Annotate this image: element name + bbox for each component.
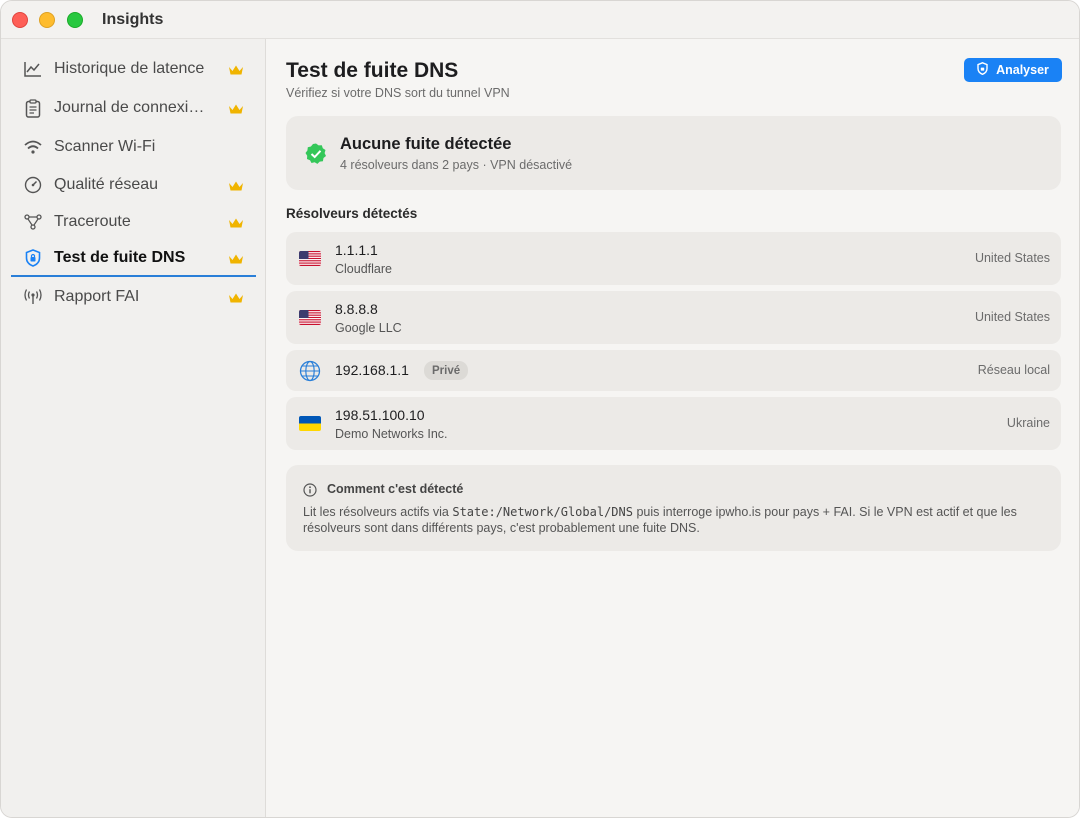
sidebar-item-connection-log[interactable]: Journal de connexi… <box>11 90 256 126</box>
shield-icon <box>977 62 988 78</box>
globe-icon <box>299 360 321 382</box>
sidebar-item-wifi-scanner[interactable]: Scanner Wi-Fi <box>11 129 256 165</box>
resolver-row: 1.1.1.1 Cloudflare United States <box>286 232 1061 285</box>
crown-icon <box>228 102 244 114</box>
sidebar-item-label: Scanner Wi-Fi <box>54 138 156 155</box>
sidebar-item-label: Traceroute <box>54 213 131 230</box>
gauge-icon <box>23 175 43 195</box>
app-title: Insights <box>102 11 164 28</box>
page-title: Test de fuite DNS <box>286 59 459 82</box>
resolver-ip: 8.8.8.8 <box>335 301 378 317</box>
resolver-ip: 198.51.100.10 <box>335 407 425 423</box>
resolvers-section-title: Résolveurs détectés <box>286 206 418 221</box>
resolver-row: 198.51.100.10 Demo Networks Inc. Ukraine <box>286 397 1061 450</box>
sidebar-item-latency-history[interactable]: Historique de latence <box>11 51 256 87</box>
resolver-org: Google LLC <box>335 321 402 335</box>
sidebar-item-label: Historique de latence <box>54 60 205 77</box>
analyse-button[interactable]: Analyser <box>964 58 1062 82</box>
us-flag-icon <box>299 251 321 266</box>
crown-icon <box>228 291 244 303</box>
sidebar-item-isp-report[interactable]: Rapport FAI <box>11 279 256 315</box>
wifi-icon <box>23 137 43 157</box>
info-circle-icon <box>303 483 317 497</box>
page-subtitle: Vérifiez si votre DNS sort du tunnel VPN <box>286 86 510 100</box>
status-card: Aucune fuite détectée 4 résolveurs dans … <box>286 116 1061 190</box>
analyse-button-label: Analyser <box>996 63 1049 77</box>
sidebar-item-label: Test de fuite DNS <box>54 249 186 266</box>
sidebar-item-label: Journal de connexi… <box>54 99 205 116</box>
title-bar: Insights <box>1 1 1079 39</box>
clipboard-icon <box>23 98 43 118</box>
zoom-window-button[interactable] <box>67 12 83 28</box>
resolver-country: United States <box>974 251 1050 265</box>
main-content: Test de fuite DNS Vérifiez si votre DNS … <box>266 39 1079 817</box>
info-title: Comment c'est détecté <box>327 482 464 496</box>
sidebar-item-label: Rapport FAI <box>54 288 140 305</box>
minimize-window-button[interactable] <box>39 12 55 28</box>
status-subtitle: 4 résolveurs dans 2 pays · VPN désactivé <box>340 158 573 172</box>
info-code: State:/Network/Global/DNS <box>452 505 633 519</box>
private-badge: Privé <box>424 361 469 380</box>
sidebar: Historique de latence Journal de connexi… <box>1 39 266 817</box>
app-window: Insights Historique de latence Journal d… <box>0 0 1080 818</box>
ua-flag-icon <box>299 416 321 431</box>
resolver-org: Demo Networks Inc. <box>335 427 448 441</box>
network-nodes-icon <box>23 212 43 232</box>
resolver-country: Réseau local <box>977 363 1050 377</box>
us-flag-icon <box>299 310 321 325</box>
status-title: Aucune fuite détectée <box>340 135 512 153</box>
resolver-row: 192.168.1.1 Privé Réseau local <box>286 350 1061 391</box>
crown-icon <box>228 63 244 75</box>
shield-lock-icon <box>23 248 43 268</box>
crown-icon <box>228 179 244 191</box>
resolver-org: Cloudflare <box>335 262 392 276</box>
crown-icon <box>228 216 244 228</box>
antenna-icon <box>23 287 43 307</box>
chart-line-icon <box>23 59 43 79</box>
info-text-part: Lit les résolveurs actifs via <box>303 505 453 519</box>
close-window-button[interactable] <box>12 12 28 28</box>
resolver-ip: 1.1.1.1 <box>335 242 378 258</box>
info-card: Comment c'est détecté Lit les résolveurs… <box>286 465 1061 551</box>
resolver-ip: 192.168.1.1 <box>335 362 409 378</box>
resolver-country: United States <box>974 310 1050 324</box>
check-badge-icon <box>305 143 327 165</box>
resolver-row: 8.8.8.8 Google LLC United States <box>286 291 1061 344</box>
resolver-country: Ukraine <box>1006 416 1050 430</box>
sidebar-item-label: Qualité réseau <box>54 176 159 193</box>
sidebar-item-network-quality[interactable]: Qualité réseau <box>11 167 256 203</box>
sidebar-item-dns-leak-test[interactable]: Test de fuite DNS <box>11 241 256 277</box>
sidebar-item-traceroute[interactable]: Traceroute <box>11 204 256 240</box>
crown-icon <box>228 252 244 264</box>
info-text: Lit les résolveurs actifs via State:/Net… <box>303 504 1048 536</box>
